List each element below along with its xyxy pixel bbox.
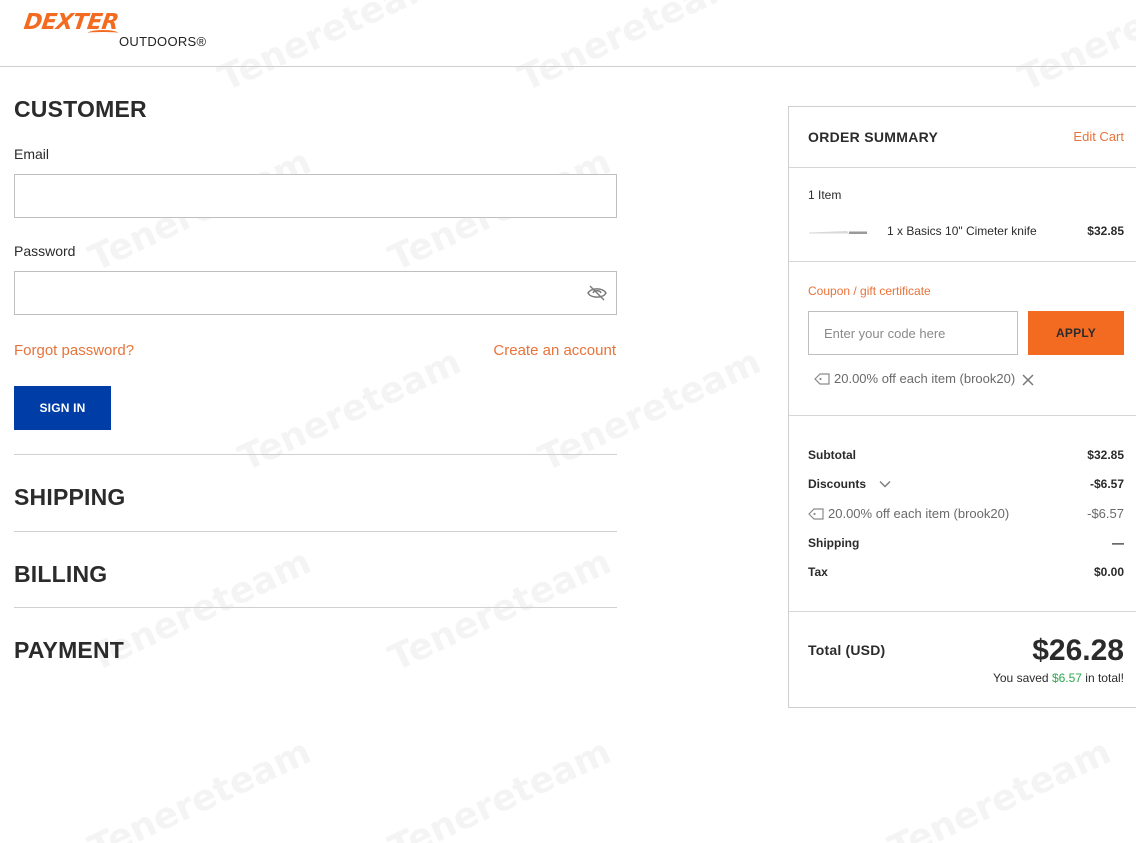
email-label: Email	[14, 146, 50, 162]
tax-value: $0.00	[1093, 565, 1124, 579]
password-label: Password	[14, 243, 76, 259]
payment-title: PAYMENT	[14, 637, 125, 663]
subtotal-value: $32.85	[1087, 448, 1124, 462]
tax-label: Tax	[808, 565, 828, 579]
watermark-text: Tenereteam	[383, 541, 618, 680]
hide-password-icon[interactable]	[587, 284, 607, 302]
customer-title: CUSTOMER	[14, 96, 147, 122]
total-label: Total (USD)	[808, 642, 886, 658]
divider	[14, 531, 617, 532]
billing-title: BILLING	[14, 561, 108, 587]
logo-subtitle: OUTDOORS®	[119, 34, 207, 49]
order-summary: ORDER SUMMARY Edit Cart 1 Item 1 x Basic…	[788, 106, 1136, 708]
knife-thumbnail-icon	[809, 231, 867, 234]
watermark-text: Tenereteam	[233, 341, 468, 480]
password-field[interactable]	[14, 271, 617, 315]
applied-coupon: 20.00% off each item (brook20)	[814, 371, 1015, 386]
shipping-label: Shipping	[808, 536, 860, 550]
divider	[789, 415, 1136, 416]
tag-icon	[808, 507, 824, 520]
chevron-down-icon[interactable]	[879, 480, 891, 488]
dexter-outdoors-logo[interactable]: DEXTER OUTDOORS®	[22, 10, 206, 52]
savings-amount: $6.57	[1051, 671, 1082, 685]
savings-note: You saved $6.57 in total!	[993, 671, 1124, 685]
divider	[789, 611, 1136, 612]
discount-detail-value: -$6.57	[1087, 506, 1124, 521]
site-header: DEXTER OUTDOORS®	[0, 0, 1136, 67]
watermark-text: Tenereteam	[83, 731, 318, 843]
tag-icon	[814, 372, 830, 385]
savings-prefix: You saved	[992, 671, 1052, 685]
shipping-value: —	[1112, 536, 1124, 550]
savings-suffix: in total!	[1081, 671, 1124, 685]
discounts-label: Discounts	[808, 477, 867, 491]
discount-detail-text: 20.00% off each item (brook20)	[828, 506, 1010, 521]
subtotal-label: Subtotal	[808, 448, 856, 462]
remove-coupon-close-icon[interactable]	[1021, 373, 1035, 387]
watermark-text: Tenereteam	[533, 341, 768, 480]
edit-cart-link[interactable]: Edit Cart	[1073, 129, 1124, 144]
apply-coupon-button[interactable]: APPLY	[1028, 311, 1124, 355]
watermark-text: Tenereteam	[383, 731, 618, 843]
coupon-label-link[interactable]: Coupon / gift certificate	[808, 284, 931, 298]
total-value: $26.28	[1032, 634, 1124, 667]
discount-detail: 20.00% off each item (brook20)	[808, 506, 1009, 521]
divider	[14, 454, 617, 455]
applied-coupon-text: 20.00% off each item (brook20)	[834, 371, 1016, 386]
email-field[interactable]	[14, 174, 617, 218]
item-price: $32.85	[1087, 224, 1124, 238]
divider	[789, 167, 1136, 168]
shipping-title: SHIPPING	[14, 484, 126, 510]
discounts-value: -$6.57	[1089, 477, 1124, 491]
items-count: 1 Item	[808, 188, 842, 202]
coupon-code-input[interactable]	[808, 311, 1018, 355]
logo-swoosh-icon	[88, 30, 118, 36]
forgot-password-link[interactable]: Forgot password?	[14, 342, 134, 359]
sign-in-button[interactable]: SIGN IN	[14, 386, 111, 430]
create-account-link[interactable]: Create an account	[493, 342, 616, 359]
order-summary-title: ORDER SUMMARY	[808, 129, 939, 145]
divider	[789, 261, 1136, 262]
item-name: 1 x Basics 10" Cimeter knife	[887, 224, 1037, 238]
watermark-text: Tenereteam	[883, 731, 1118, 843]
divider	[14, 607, 617, 608]
